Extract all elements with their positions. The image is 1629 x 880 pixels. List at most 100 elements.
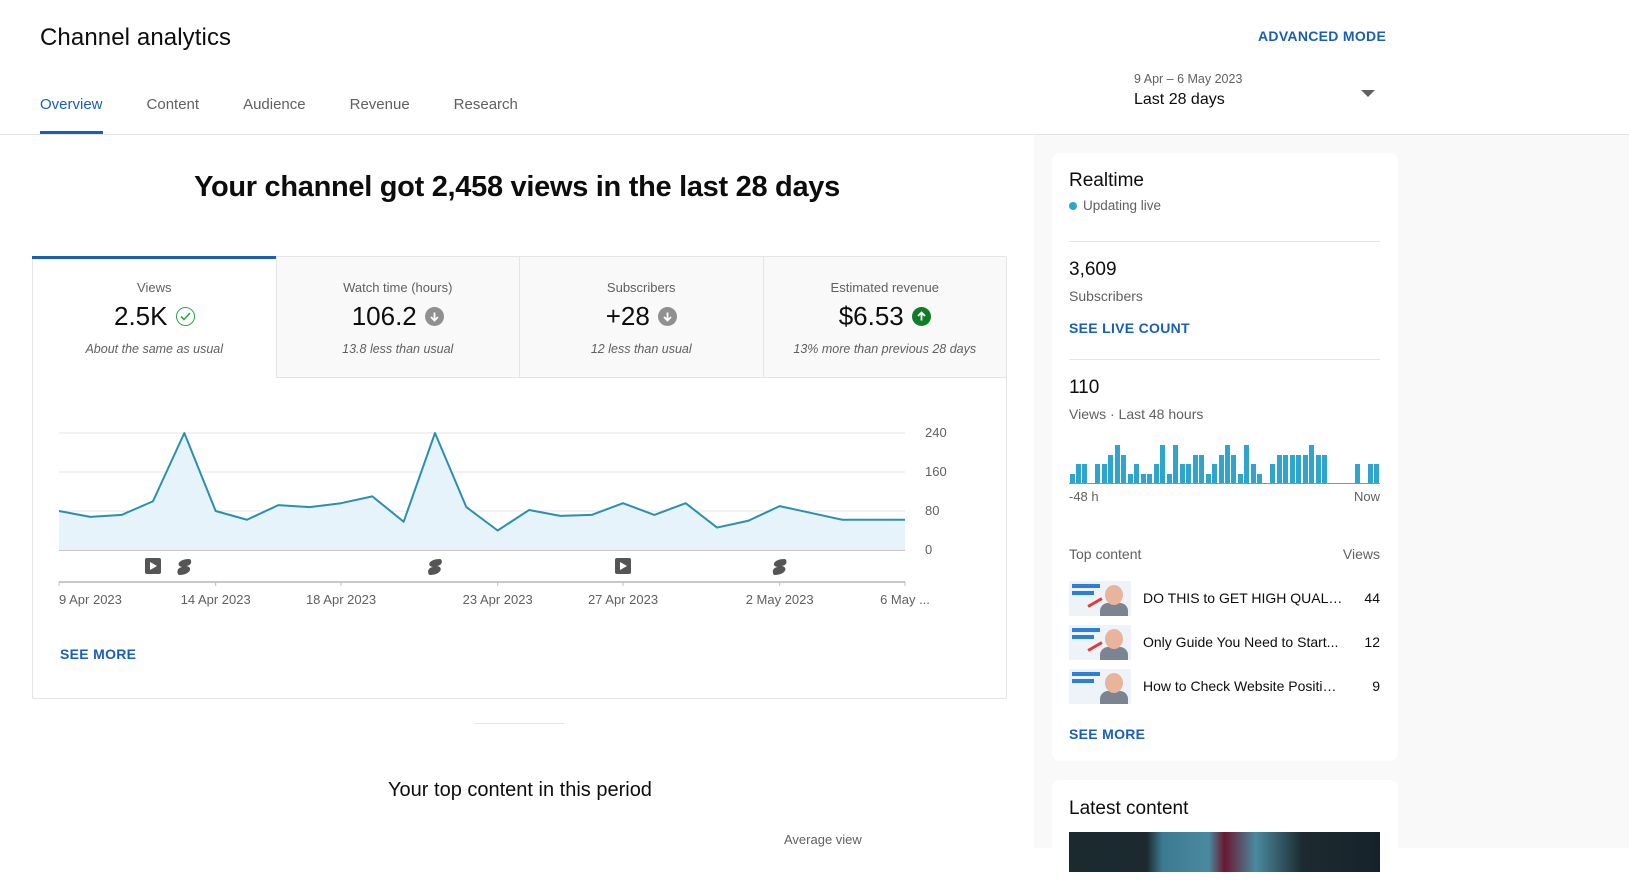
metric-value: $6.53: [839, 301, 904, 332]
hourly-views-bar: [1244, 445, 1249, 483]
arrow-down-circle-icon: [658, 307, 677, 326]
hourly-views-bar: [1290, 455, 1295, 484]
hourly-views-bar: [1076, 464, 1081, 483]
latest-content-card: Latest content: [1052, 780, 1398, 880]
latest-content-title: Latest content: [1069, 798, 1188, 820]
bar-axis-end: Now: [1354, 489, 1380, 504]
top-content-heading: Your top content in this period: [0, 779, 1040, 802]
hourly-views-bar: [1115, 445, 1120, 483]
hourly-views-bar: [1368, 464, 1373, 483]
hourly-views-bar: [1095, 464, 1100, 483]
hourly-views-bar: [1316, 455, 1321, 484]
bar-axis-start: -48 h: [1069, 489, 1099, 504]
hourly-views-bar: [1134, 464, 1139, 483]
caret-down-icon: [1361, 90, 1375, 97]
shorts-publish-icon: [428, 559, 442, 575]
analytics-tabs: Overview Content Audience Revenue Resear…: [40, 96, 562, 134]
metric-tab-subscribers[interactable]: Subscribers +28 12 less than usual: [519, 257, 763, 378]
headline: Your channel got 2,458 views in the last…: [0, 171, 1034, 204]
hourly-views-bar: [1173, 445, 1178, 483]
page-header: Channel analytics ADVANCED MODE Overview…: [0, 0, 1629, 135]
live-status-label: Updating live: [1083, 198, 1161, 213]
x-tick-label: 14 Apr 2023: [181, 592, 251, 607]
hourly-views-bar: [1167, 474, 1172, 484]
metric-label: Watch time (hours): [277, 280, 520, 295]
y-tick-label: 0: [925, 542, 932, 557]
see-more-button[interactable]: SEE MORE: [1069, 726, 1145, 742]
y-tick-label: 160: [925, 464, 947, 479]
hourly-views-bar: [1303, 455, 1308, 484]
tab-research[interactable]: Research: [454, 96, 518, 134]
see-live-count-button[interactable]: SEE LIVE COUNT: [1069, 320, 1190, 336]
right-sidebar: Realtime Updating live 3,609 Subscribers…: [1034, 135, 1629, 848]
hourly-views-bar: [1121, 455, 1126, 484]
divider: [1069, 241, 1380, 242]
metric-label: Estimated revenue: [764, 280, 1007, 295]
metric-value: 106.2: [352, 301, 417, 332]
check-circle-icon: [176, 307, 195, 326]
realtime-bar-chart: [1069, 436, 1380, 484]
hourly-views-bar: [1270, 464, 1275, 483]
metric-note: 12 less than usual: [520, 342, 763, 356]
top-content-item[interactable]: How to Check Website Position... 9: [1069, 668, 1380, 704]
top-content-item[interactable]: DO THIS to GET HIGH QUALITY BACKLINKS FR…: [1069, 580, 1380, 616]
hourly-views-bar: [1251, 464, 1256, 483]
metrics-card: Views 2.5K About the same as usual Watch…: [32, 256, 1007, 699]
tab-revenue[interactable]: Revenue: [350, 96, 410, 134]
tab-content[interactable]: Content: [147, 96, 200, 134]
video-thumbnail: [1069, 625, 1131, 660]
hourly-views-bar: [1070, 474, 1075, 484]
views-chart-svg: 0801602409 Apr 202314 Apr 202318 Apr 202…: [33, 378, 1006, 628]
arrow-down-circle-icon: [425, 307, 444, 326]
hourly-views-bar: [1186, 464, 1191, 483]
realtime-views-label: Views · Last 48 hours: [1069, 406, 1203, 422]
hourly-views-bar: [1108, 455, 1113, 484]
date-range-text: 9 Apr – 6 May 2023: [1134, 72, 1379, 86]
views-chart: 0801602409 Apr 202314 Apr 202318 Apr 202…: [33, 378, 1006, 698]
metric-tabs: Views 2.5K About the same as usual Watch…: [33, 257, 1006, 378]
top-content-label: Top content: [1069, 546, 1141, 562]
hourly-views-bar: [1277, 455, 1282, 484]
hourly-views-bar: [1219, 455, 1224, 484]
advanced-mode-button[interactable]: ADVANCED MODE: [1258, 28, 1386, 44]
hourly-views-bar: [1128, 474, 1133, 484]
x-tick-label: 18 Apr 2023: [306, 592, 376, 607]
hourly-views-bar: [1309, 445, 1314, 483]
hourly-views-bar: [1141, 474, 1146, 484]
hourly-views-bar: [1322, 455, 1327, 484]
tab-audience[interactable]: Audience: [243, 96, 306, 134]
metric-value-row: +28: [520, 301, 763, 332]
realtime-card: Realtime Updating live 3,609 Subscribers…: [1052, 153, 1398, 761]
shorts-publish-icon: [177, 559, 191, 575]
latest-video-thumbnail[interactable]: [1069, 832, 1380, 872]
x-tick-label: 27 Apr 2023: [588, 592, 658, 607]
metric-tab-revenue[interactable]: Estimated revenue $6.53 13% more than pr…: [763, 257, 1007, 378]
hourly-views-bar: [1102, 464, 1107, 483]
metric-tab-watch-time[interactable]: Watch time (hours) 106.2 13.8 less than …: [276, 257, 520, 378]
page-title: Channel analytics: [40, 24, 231, 52]
tab-overview[interactable]: Overview: [40, 96, 103, 134]
realtime-subscriber-label: Subscribers: [1069, 288, 1143, 304]
metric-tab-views[interactable]: Views 2.5K About the same as usual: [33, 257, 276, 378]
hourly-views-bar: [1147, 474, 1152, 484]
date-range-picker[interactable]: 9 Apr – 6 May 2023 Last 28 days: [1134, 72, 1379, 122]
metric-value-row: $6.53: [764, 301, 1007, 332]
hourly-views-bar: [1154, 464, 1159, 483]
video-thumbnail: [1069, 581, 1131, 616]
section-divider: [474, 723, 564, 724]
metric-note: About the same as usual: [33, 342, 276, 356]
area-fill: [59, 433, 905, 550]
metric-note: 13% more than previous 28 days: [764, 342, 1007, 356]
video-views: 9: [1372, 678, 1380, 694]
see-more-button[interactable]: SEE MORE: [60, 646, 136, 662]
top-content-item[interactable]: Only Guide You Need to Start... 12: [1069, 624, 1380, 660]
hourly-views-bar: [1160, 445, 1165, 483]
video-views: 44: [1364, 590, 1380, 606]
metric-value: +28: [606, 301, 650, 332]
hourly-views-bar: [1180, 464, 1185, 483]
video-views: 12: [1364, 634, 1380, 650]
divider: [1069, 359, 1380, 360]
overview-main: Your channel got 2,458 views in the last…: [0, 135, 1034, 848]
x-tick-label: 23 Apr 2023: [463, 592, 533, 607]
y-tick-label: 80: [925, 503, 939, 518]
